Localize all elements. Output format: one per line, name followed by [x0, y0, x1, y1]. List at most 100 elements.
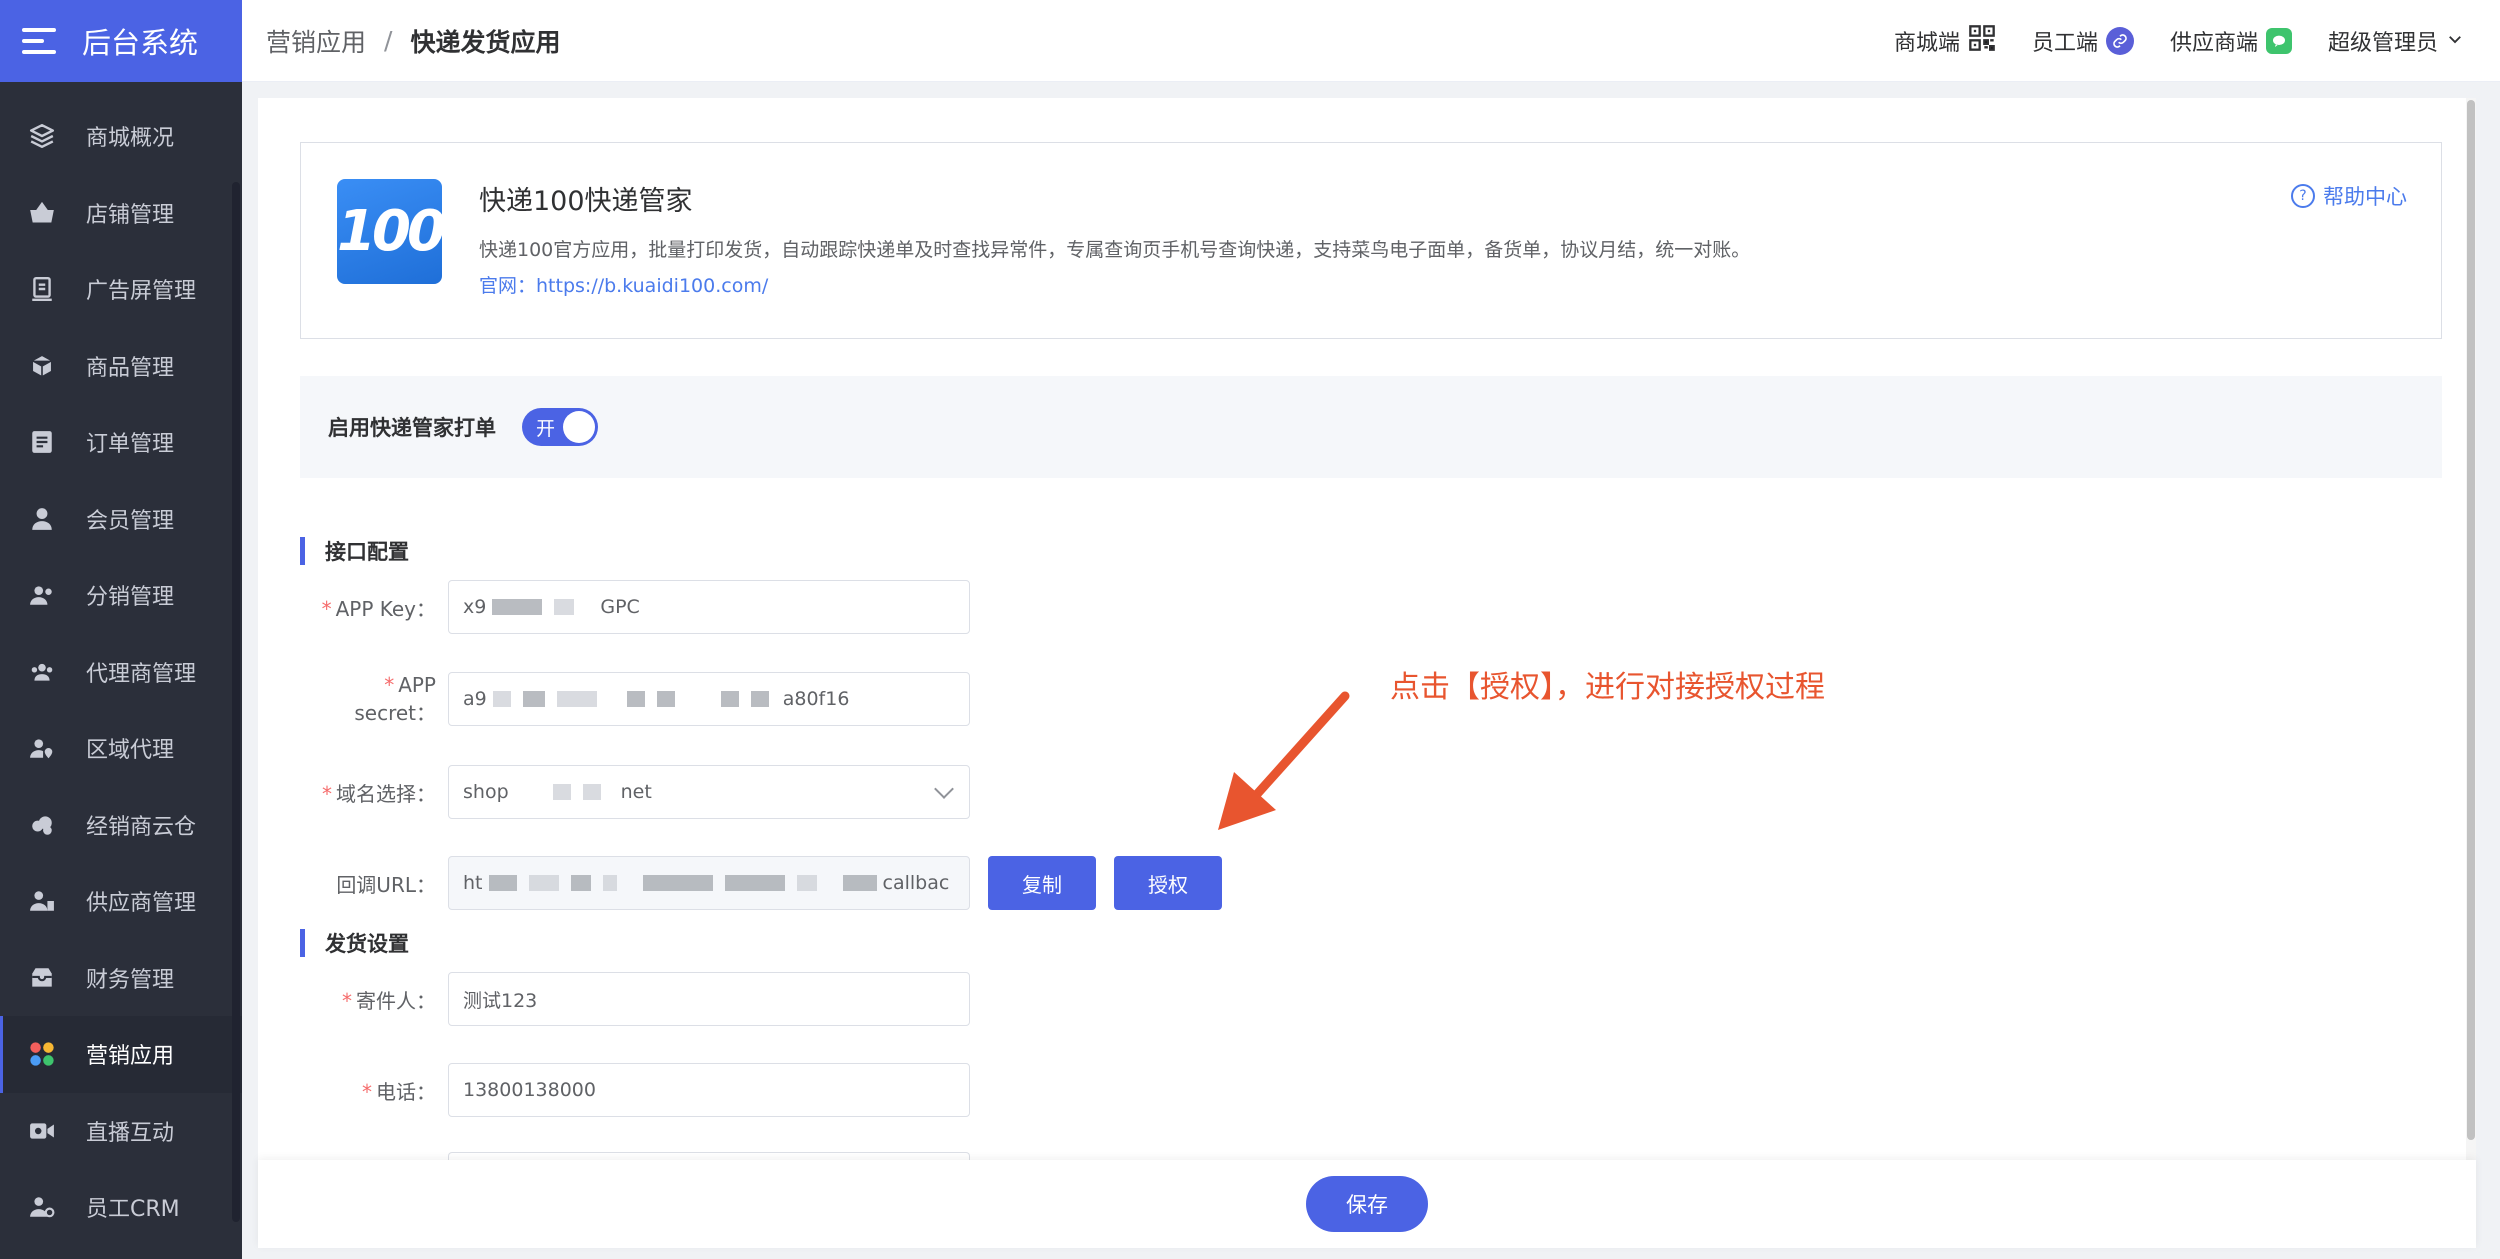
- sidebar-item-region-agent[interactable]: 区域代理: [0, 710, 242, 787]
- shipping-settings-title: 发货设置: [300, 928, 409, 958]
- app-site: 官网：https://b.kuaidi100.com/: [479, 271, 768, 298]
- breadcrumb: 营销应用 / 快递发货应用: [266, 23, 560, 59]
- sidebar-item-label: 商城概况: [86, 126, 175, 152]
- wallet-icon: [28, 964, 56, 992]
- enable-print-label: 启用快递管家打单: [328, 416, 496, 440]
- sender-input[interactable]: 测试123: [448, 972, 970, 1026]
- help-center-link[interactable]: ? 帮助中心: [2291, 181, 2407, 211]
- app-key-row: * APP Key： x9 GPC: [300, 580, 970, 634]
- annotation-arrow-icon: [1218, 691, 1350, 830]
- user-menu[interactable]: 超级管理员: [2328, 25, 2464, 57]
- phone-row: * 电话： 13800138000: [300, 1063, 970, 1117]
- sidebar-item-label: 代理商管理: [86, 661, 197, 687]
- sidebar-item-overview[interactable]: 商城概况: [0, 98, 242, 175]
- sidebar-item-suppliers[interactable]: 供应商管理: [0, 863, 242, 940]
- enable-print-bar: 启用快递管家打单 开: [300, 376, 2442, 478]
- domain-select[interactable]: shop net: [448, 765, 970, 819]
- crm-icon: [28, 1193, 56, 1221]
- sidebar-item-members[interactable]: 会员管理: [0, 481, 242, 558]
- app-info-card: 100 快递100快递管家 快递100官方应用，批量打印发货，自动跟踪快递单及时…: [300, 142, 2442, 339]
- sidebar-item-label: 商品管理: [86, 355, 175, 381]
- supplier-entry-label: 供应商端: [2169, 31, 2258, 56]
- supplier-icon: [28, 887, 56, 915]
- phone-input[interactable]: 13800138000: [448, 1063, 970, 1117]
- group-icon: [28, 658, 56, 686]
- mall-entry-label: 商城端: [1893, 31, 1960, 56]
- save-button[interactable]: 保存: [1306, 1176, 1428, 1232]
- mall-entry-link[interactable]: 商城端: [1894, 24, 1996, 58]
- authorize-button[interactable]: 授权: [1114, 856, 1222, 910]
- chevron-down-icon: [934, 779, 954, 799]
- staff-entry-label: 员工端: [2031, 31, 2098, 56]
- sidebar-scrollbar[interactable]: [232, 182, 240, 1222]
- breadcrumb-separator: /: [384, 26, 393, 55]
- toggle-state-text: 开: [536, 417, 556, 440]
- sidebar-item-label: 直播互动: [86, 1120, 175, 1146]
- video-icon: [28, 1117, 56, 1145]
- toggle-knob: [563, 411, 595, 443]
- domain-row: * 域名选择： shop net: [300, 765, 970, 819]
- header-links: 商城端 员工端 供应商端 超级管理员: [1858, 0, 2464, 82]
- sidebar-item-finance[interactable]: 财务管理: [0, 940, 242, 1017]
- sidebar-item-label: 财务管理: [86, 967, 175, 993]
- footer-bar: 保存: [258, 1160, 2476, 1248]
- app-key-label: * APP Key：: [321, 596, 436, 621]
- app-secret-row: * APP secret： a9 a80f16: [300, 672, 970, 726]
- sidebar-item-crm[interactable]: 员工CRM: [0, 1169, 242, 1246]
- kuaidi100-logo: 100: [337, 179, 442, 284]
- sidebar-item-label: 区域代理: [86, 738, 175, 764]
- sidebar-item-label: 分销管理: [86, 585, 175, 611]
- sidebar-item-label: 订单管理: [86, 432, 175, 458]
- top-bar: 营销应用 / 快递发货应用 商城端 员工端 供应商端 超级管理员: [242, 0, 2500, 82]
- question-icon: ?: [2291, 184, 2315, 208]
- main-content: 100 快递100快递管家 快递100官方应用，批量打印发货，自动跟踪快递单及时…: [258, 98, 2476, 1248]
- link-icon: [2105, 27, 2134, 55]
- api-config-title: 接口配置: [300, 536, 409, 566]
- sidebar-item-orders[interactable]: 订单管理: [0, 404, 242, 481]
- callback-url-input[interactable]: ht callbac: [448, 856, 970, 910]
- breadcrumb-current: 快递发货应用: [410, 27, 561, 57]
- supplier-entry-link[interactable]: 供应商端: [2170, 25, 2292, 57]
- sidebar-item-label: 经销商云仓: [86, 814, 197, 840]
- domain-label: * 域名选择：: [322, 781, 436, 806]
- brand-bar: 后台系统: [0, 0, 242, 82]
- hamburger-menu-icon[interactable]: [22, 28, 56, 54]
- apps-icon: [28, 1040, 56, 1068]
- app-site-link[interactable]: https://b.kuaidi100.com/: [536, 275, 768, 297]
- box-icon: [28, 352, 56, 380]
- qrcode-icon: [1968, 24, 1996, 58]
- sidebar: 后台系统 商城概况 店铺管理 广告屏管理 商品管理 订单管理 会员管理 分销管理…: [0, 0, 242, 1259]
- app-secret-input[interactable]: a9 a80f16: [448, 672, 970, 726]
- sidebar-item-label: 会员管理: [86, 508, 175, 534]
- sidebar-item-products[interactable]: 商品管理: [0, 328, 242, 405]
- copy-button[interactable]: 复制: [988, 856, 1096, 910]
- app-key-input[interactable]: x9 GPC: [448, 580, 970, 634]
- user-name: 超级管理员: [2327, 31, 2438, 56]
- app-site-label: 官网：: [479, 275, 537, 297]
- sidebar-item-ad-screen[interactable]: 广告屏管理: [0, 251, 242, 328]
- sidebar-item-marketing-apps[interactable]: 营销应用: [0, 1016, 242, 1093]
- sender-label: * 寄件人：: [342, 988, 436, 1013]
- staff-entry-link[interactable]: 员工端: [2032, 25, 2134, 57]
- sidebar-item-distribution[interactable]: 分销管理: [0, 557, 242, 634]
- scrollbar-thumb[interactable]: [2467, 100, 2475, 1140]
- sidebar-item-live[interactable]: 直播互动: [0, 1093, 242, 1170]
- screen-icon: [28, 275, 56, 303]
- sidebar-item-label: 店铺管理: [86, 202, 175, 228]
- content-scrollbar[interactable]: [2466, 98, 2476, 1168]
- sender-row: * 寄件人： 测试123: [300, 972, 970, 1026]
- sidebar-item-label: 广告屏管理: [86, 279, 197, 305]
- logo-text: 100: [337, 199, 442, 264]
- layers-icon: [28, 122, 56, 150]
- basket-icon: [28, 199, 56, 227]
- callback-url-label: 回调URL：: [336, 872, 436, 897]
- sidebar-item-agents[interactable]: 代理商管理: [0, 634, 242, 711]
- sidebar-item-label: 营销应用: [86, 1044, 175, 1070]
- sidebar-item-cloud-warehouse[interactable]: 经销商云仓: [0, 787, 242, 864]
- breadcrumb-parent[interactable]: 营销应用: [266, 23, 366, 59]
- chevron-down-icon: [2446, 29, 2464, 54]
- sidebar-item-store[interactable]: 店铺管理: [0, 175, 242, 252]
- annotation-text: 点击【授权】，进行对接授权过程: [1390, 670, 1825, 705]
- enable-print-toggle[interactable]: 开: [522, 408, 598, 446]
- cloud-icon: [28, 811, 56, 839]
